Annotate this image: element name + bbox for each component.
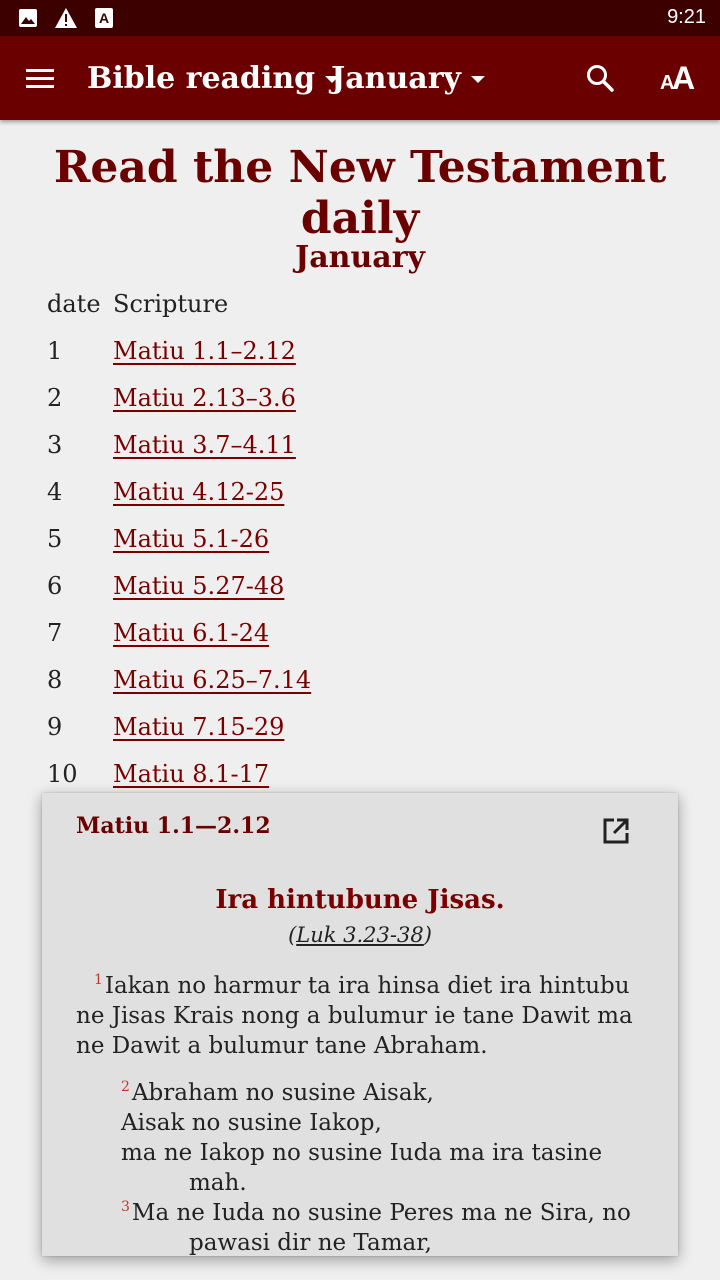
page-title: Read the New Testament daily [53, 142, 667, 244]
image-icon [16, 6, 40, 30]
scripture-link[interactable]: Matiu 6.1-24 [113, 619, 269, 647]
app-bar: Bible reading January AA [0, 36, 720, 120]
scripture-link[interactable]: Matiu 7.15-29 [113, 713, 284, 741]
row-date: 6 [47, 572, 63, 600]
table-row: 5 Matiu 5.1-26 [0, 525, 720, 572]
verse-number: 1 [94, 972, 103, 989]
table-row: 8 Matiu 6.25–7.14 [0, 666, 720, 713]
parallel-reference-link[interactable]: Luk 3.23-38 [296, 923, 423, 947]
scripture-column-header: Scripture [113, 290, 229, 318]
paren-close: ) [423, 923, 432, 947]
table-row: 4 Matiu 4.12-25 [0, 478, 720, 525]
poetry-line-text: Abraham no susine Aisak, [131, 1080, 434, 1106]
parallel-reference: (Luk 3.23-38) [42, 923, 678, 947]
book-selector-dropdown[interactable]: Bible reading [87, 58, 340, 98]
row-date: 9 [47, 713, 63, 741]
scripture-link[interactable]: Matiu 5.27-48 [113, 572, 284, 600]
verse-text: Iakan no harmur ta ira hinsa diet ira hi… [76, 973, 633, 1059]
row-date: 3 [47, 431, 63, 459]
font-size-icon[interactable]: AA [658, 60, 698, 96]
month-heading: January [295, 240, 425, 275]
table-row: 2 Matiu 2.13–3.6 [0, 384, 720, 431]
open-external-icon[interactable] [600, 815, 632, 847]
table-row: 1 Matiu 1.1–2.12 [0, 337, 720, 384]
scripture-link[interactable]: Matiu 3.7–4.11 [113, 431, 296, 459]
scripture-link[interactable]: Matiu 6.25–7.14 [113, 666, 311, 694]
status-icons: A [16, 6, 116, 30]
scripture-link[interactable]: Matiu 1.1–2.12 [113, 337, 296, 365]
verse-number: 3 [121, 1199, 130, 1216]
row-date: 8 [47, 666, 63, 694]
search-icon[interactable] [584, 62, 616, 94]
book-selector-label: Bible reading [87, 60, 316, 96]
row-date: 7 [47, 619, 63, 647]
status-time: 9:21 [667, 6, 706, 28]
text-a-icon: A [92, 6, 116, 30]
passage-preview-popup[interactable]: Matiu 1.1—2.12 Ira hintubune Jisas. (Luk… [42, 793, 678, 1256]
poetry-line: ma ne Iakop no susine Iuda ma ira tasine [121, 1140, 603, 1166]
row-date: 10 [47, 760, 78, 788]
section-heading: Ira hintubune Jisas. [215, 885, 505, 915]
poetry-line: 3Ma ne Iuda no susine Peres ma ne Sira, … [121, 1198, 641, 1228]
poetry-line: pawasi dir ne Tamar, [189, 1230, 432, 1256]
poetry-line-text: Ma ne Iuda no susine Peres ma ne Sira, n… [131, 1200, 631, 1226]
warning-icon [54, 6, 78, 30]
popup-reference: Matiu 1.1—2.12 [76, 813, 271, 839]
month-selector-label: January [331, 60, 461, 96]
scripture-link[interactable]: Matiu 8.1-17 [113, 760, 269, 788]
verse-poetry: 2Abraham no susine Aisak, Aisak no susin… [121, 1078, 641, 1256]
table-row: 3 Matiu 3.7–4.11 [0, 431, 720, 478]
table-row: 9 Matiu 7.15-29 [0, 713, 720, 760]
chevron-down-icon [470, 75, 485, 83]
menu-icon[interactable] [24, 62, 56, 94]
scripture-link[interactable]: Matiu 2.13–3.6 [113, 384, 296, 412]
date-column-header: date [47, 290, 101, 318]
svg-text:A: A [99, 10, 109, 26]
poetry-line: mah. [189, 1170, 247, 1196]
table-row: 7 Matiu 6.1-24 [0, 619, 720, 666]
verse-paragraph: 1Iakan no harmur ta ira hinsa diet ira h… [76, 971, 636, 1061]
table-row: 6 Matiu 5.27-48 [0, 572, 720, 619]
scripture-link[interactable]: Matiu 4.12-25 [113, 478, 284, 506]
row-date: 5 [47, 525, 63, 553]
poetry-line: 2Abraham no susine Aisak, [121, 1078, 641, 1108]
row-date: 4 [47, 478, 63, 506]
verse-number: 2 [121, 1079, 130, 1096]
scripture-link[interactable]: Matiu 5.1-26 [113, 525, 269, 553]
poetry-line: Aisak no susine Iakop, [121, 1110, 382, 1136]
row-date: 2 [47, 384, 63, 412]
month-selector-dropdown[interactable]: January [331, 58, 485, 98]
row-date: 1 [47, 337, 63, 365]
status-bar: A 9:21 [0, 0, 720, 36]
